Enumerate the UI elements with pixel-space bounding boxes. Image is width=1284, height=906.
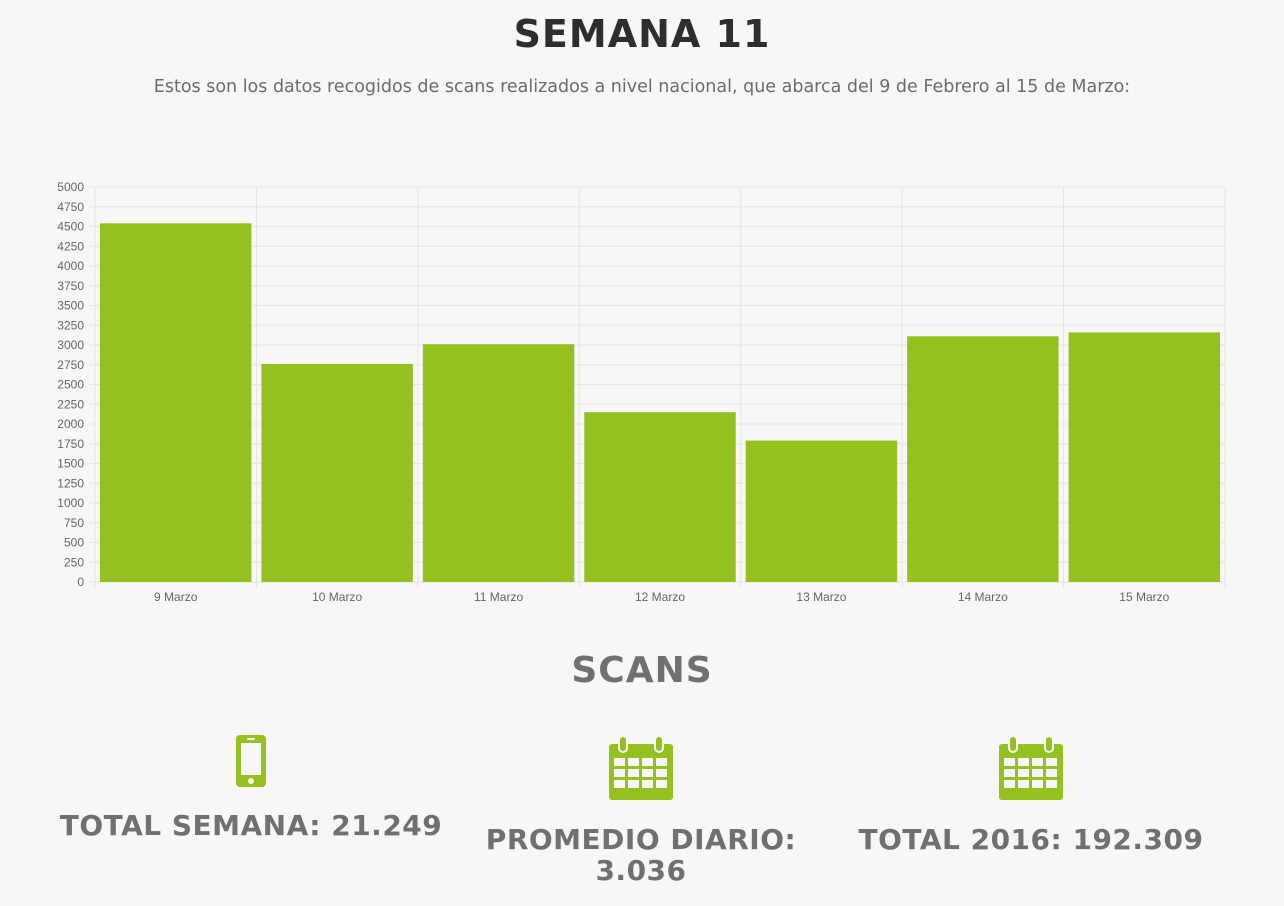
stat-total-semana: TOTAL SEMANA: 21.249 [51,734,451,841]
calendar-icon [609,735,673,800]
y-tick-label: 750 [64,516,84,530]
y-tick-label: 4500 [57,220,84,234]
y-tick-label: 3250 [57,318,84,332]
stat-label: TOTAL SEMANA: 21.249 [59,809,443,842]
y-tick-label: 2750 [57,358,84,372]
scans-bar-chart: 0 250 500 750 1000 1250 1500 1750 2000 2250 2500 27… [57,180,1226,604]
y-tick-label: 3750 [57,279,84,293]
bar [584,412,736,582]
scans-section-title: SCANS [571,650,713,691]
y-tick-label: 3500 [57,299,84,313]
chart-bars [100,223,1220,582]
y-tick-label: 1500 [57,457,84,471]
y-tick-label: 2500 [57,378,84,392]
calendar-icon [999,735,1063,800]
stat-total-2016: TOTAL 2016: 192.309 [831,734,1231,855]
x-tick-label: 11 Marzo [474,590,523,604]
bar [745,440,898,582]
bar [907,336,1059,582]
y-tick-label: 500 [64,536,84,550]
bar [1068,332,1220,582]
x-tick-label: 13 Marzo [796,590,846,604]
x-axis-ticks: 9 Marzo 10 Marzo 11 Marzo 12 Marzo 13 Marzo 1… [154,590,1170,604]
y-tick-label: 1000 [57,496,84,510]
stat-label: PROMEDIO DIARIO: 3.036 [485,823,797,887]
y-tick-label: 250 [64,555,84,569]
y-tick-label: 1750 [57,437,84,451]
y-tick-label: 1250 [57,476,84,490]
x-tick-label: 14 Marzo [958,590,1008,604]
x-tick-label: 9 Marzo [154,590,198,604]
bar [261,363,413,582]
stat-promedio-diario: PROMEDIO DIARIO: 3.036 [441,734,841,886]
y-tick-label: 3000 [57,338,84,352]
y-tick-label: 2000 [57,417,84,431]
smartphone-icon [236,735,266,787]
x-tick-label: 15 Marzo [1119,590,1169,604]
stat-label: TOTAL 2016: 192.309 [858,823,1204,856]
x-tick-label: 12 Marzo [635,590,685,604]
y-tick-label: 4750 [57,200,84,214]
page-title: SEMANA 11 [513,12,771,56]
y-tick-label: 4250 [57,239,84,253]
y-tick-label: 0 [77,575,84,589]
bar [100,223,252,582]
y-axis-ticks: 0 250 500 750 1000 1250 1500 1750 2000 2250 2500 27… [57,180,84,589]
y-tick-label: 5000 [57,180,84,194]
page-subtitle: Estos son los datos recogidos de scans r… [153,77,1131,97]
x-tick-label: 10 Marzo [312,590,362,604]
bar [422,344,575,582]
y-tick-label: 2250 [57,397,84,411]
y-tick-label: 4000 [57,259,84,273]
